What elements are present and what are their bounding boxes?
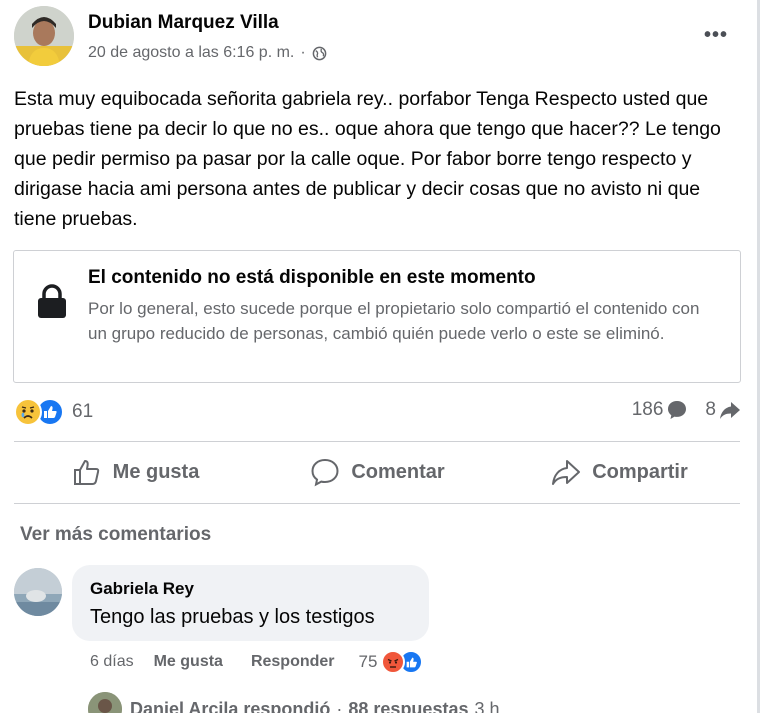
reply-separator: · [336, 698, 343, 713]
comment-author[interactable]: Gabriela Rey [90, 579, 194, 599]
view-more-comments-link[interactable]: Ver más comentarios [20, 524, 211, 546]
post-author-name[interactable]: Dubian Marquez Villa [88, 12, 279, 34]
post-meta: 20 de agosto a las 6:16 p. m. · [88, 44, 327, 62]
reaction-count: 61 [72, 401, 94, 422]
divider [14, 441, 740, 442]
comment-text: Tengo las pruebas y los testigos [90, 606, 375, 628]
unavailable-content-card: El contenido no está disponible en este … [13, 250, 741, 383]
comment-time[interactable]: 6 días [90, 653, 134, 671]
comment-reply-button[interactable]: Responder [251, 653, 335, 671]
lock-icon [38, 284, 66, 318]
thumbs-up-icon [73, 460, 99, 485]
shares-count[interactable]: 8 [705, 399, 716, 421]
like-button[interactable]: Me gusta [14, 446, 256, 498]
post-actions: Me gusta Comentar Compartir [14, 446, 740, 498]
author-avatar[interactable] [14, 6, 74, 66]
share-button-label: Compartir [592, 460, 688, 483]
unavailable-body: Por lo general, esto sucede porque el pr… [88, 299, 700, 343]
globe-icon[interactable] [312, 46, 327, 61]
comment-actions: 6 días Me gusta Responder 75 [90, 650, 424, 674]
comment-button-label: Comentar [351, 460, 445, 483]
share-button[interactable]: Compartir [498, 446, 740, 498]
comment-bubble: Gabriela Rey Tengo las pruebas y los tes… [72, 565, 429, 641]
share-arrow-icon [720, 402, 740, 419]
divider [14, 503, 740, 504]
replier-name: Daniel Arcila respondió [130, 698, 331, 713]
post-timestamp[interactable]: 20 de agosto a las 6:16 p. m. [88, 44, 294, 62]
more-options-icon[interactable]: ••• [704, 24, 728, 47]
comment-like-button[interactable]: Me gusta [154, 653, 223, 671]
replies-summary[interactable]: Daniel Arcila respondió · 88 respuestas … [88, 692, 506, 713]
like-button-label: Me gusta [112, 460, 200, 483]
comments-count[interactable]: 186 [632, 399, 664, 421]
comment-reactions[interactable]: 75 [359, 650, 424, 674]
replier-avatar [88, 692, 122, 713]
post-header: Dubian Marquez Villa 20 de agosto a las … [14, 6, 744, 68]
share-icon [552, 460, 581, 485]
reply-time: 3 h [474, 698, 500, 713]
replies-count: 88 respuestas [348, 698, 469, 713]
commenter-avatar[interactable] [14, 568, 62, 616]
reactions-summary[interactable]: 61 [14, 398, 93, 426]
comment-button[interactable]: Comentar [256, 446, 498, 498]
meta-separator: · [300, 44, 306, 61]
sad-reaction-icon [14, 398, 42, 426]
comment-bubble-icon [668, 401, 687, 419]
angry-reaction-icon [381, 650, 406, 674]
post-text: Esta muy equibocada señorita gabriela re… [14, 88, 721, 230]
unavailable-title: El contenido no está disponible en este … [88, 267, 536, 288]
comment-reaction-count: 75 [358, 652, 378, 671]
post-stats: 186 8 [632, 398, 742, 422]
comment-icon [311, 458, 339, 487]
